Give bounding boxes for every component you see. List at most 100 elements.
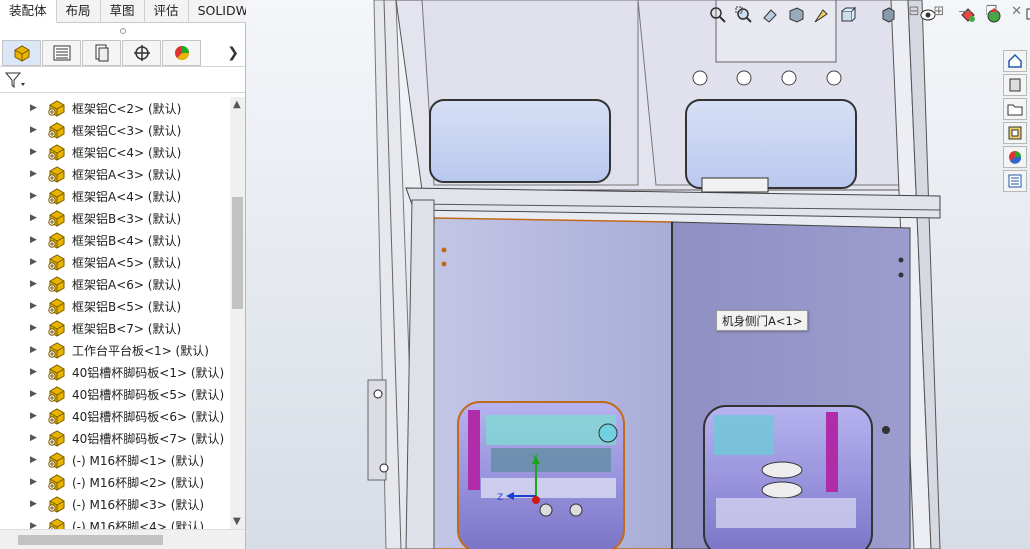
tree-item[interactable]: ▶ 40铝槽杯脚码板<1> (默认) <box>0 361 230 383</box>
tab-3[interactable]: 评估 <box>145 0 189 23</box>
expand-panel-icon[interactable]: ⊞ <box>934 4 945 19</box>
component-icon <box>46 143 68 161</box>
view-orientation-icon[interactable] <box>836 3 860 27</box>
tree-item[interactable]: ▶ 框架铝B<3> (默认) <box>0 207 230 229</box>
tree-item-label: 框架铝C<2> (默认) <box>72 101 182 116</box>
tree-item[interactable]: ▶ 40铝槽杯脚码板<5> (默认) <box>0 383 230 405</box>
scroll-thumb[interactable] <box>232 197 243 309</box>
zoom-to-fit-icon[interactable] <box>706 3 730 27</box>
component-icon <box>46 385 68 403</box>
component-icon <box>46 187 68 205</box>
tree-item[interactable]: ▶ 框架铝B<4> (默认) <box>0 229 230 251</box>
tree-item-label: 框架铝B<4> (默认) <box>72 233 182 248</box>
restore-icon[interactable]: ❐ <box>985 4 997 19</box>
tree-item[interactable]: ▶ (-) M16杯脚<3> (默认) <box>0 493 230 515</box>
display-manager-icon[interactable] <box>162 39 201 66</box>
tree-item[interactable]: ▶ 框架铝A<3> (默认) <box>0 163 230 185</box>
expand-arrow-icon[interactable]: ▶ <box>30 191 40 201</box>
component-icon <box>46 297 68 315</box>
tree-item-label: 框架铝C<4> (默认) <box>72 145 182 160</box>
zoom-to-area-icon[interactable] <box>732 3 756 27</box>
tab-0[interactable]: 装配体 <box>0 0 57 23</box>
file-explorer-icon[interactable] <box>1003 98 1027 120</box>
tree-item[interactable]: ▶ (-) M16杯脚<4> (默认) <box>0 515 230 529</box>
tree-item[interactable]: ▶ 框架铝C<3> (默认) <box>0 119 230 141</box>
view-settings-icon[interactable] <box>1022 3 1030 27</box>
display-style-icon[interactable] <box>876 3 900 27</box>
model-render[interactable] <box>246 0 1030 549</box>
design-library-icon[interactable] <box>1003 74 1027 96</box>
filter-icon[interactable] <box>4 71 26 89</box>
previous-view-icon[interactable] <box>758 3 782 27</box>
tree-item[interactable]: ▶ 40铝槽杯脚码板<7> (默认) <box>0 427 230 449</box>
tree-item[interactable]: ▶ 框架铝A<6> (默认) <box>0 273 230 295</box>
expand-arrow-icon[interactable]: ▶ <box>30 389 40 399</box>
tree-item-label: (-) M16杯脚<1> (默认) <box>72 453 205 468</box>
custom-properties-icon[interactable] <box>1003 170 1027 192</box>
expand-arrow-icon[interactable]: ▶ <box>30 169 40 179</box>
expand-arrow-icon[interactable]: ▶ <box>30 147 40 157</box>
expand-arrow-icon[interactable]: ▶ <box>30 323 40 333</box>
featuremanager-tree-icon[interactable] <box>2 39 41 66</box>
tree-item[interactable]: ▶ 框架铝B<5> (默认) <box>0 295 230 317</box>
tree-item[interactable]: ▶ 框架铝C<4> (默认) <box>0 141 230 163</box>
more-tabs-icon[interactable]: ❯ <box>227 45 239 61</box>
tree-item[interactable]: ▶ 框架铝A<5> (默认) <box>0 251 230 273</box>
tree-item[interactable]: ▶ (-) M16杯脚<2> (默认) <box>0 471 230 493</box>
tree-item[interactable]: ▶ 框架铝A<4> (默认) <box>0 185 230 207</box>
scroll-down-icon[interactable]: ▼ <box>233 516 241 527</box>
close-icon[interactable]: ✕ <box>1011 4 1022 19</box>
tree-item-label: 框架铝A<6> (默认) <box>72 277 182 292</box>
expand-arrow-icon[interactable]: ▶ <box>30 411 40 421</box>
expand-arrow-icon[interactable]: ▶ <box>30 499 40 509</box>
solidworks-resources-icon[interactable] <box>1003 50 1027 72</box>
tree-item-label: (-) M16杯脚<3> (默认) <box>72 497 205 512</box>
expand-arrow-icon[interactable]: ▶ <box>30 455 40 465</box>
tree-item[interactable]: ▶ 框架铝C<2> (默认) <box>0 97 230 119</box>
panel-grip[interactable] <box>0 23 245 39</box>
scroll-up-icon[interactable]: ▲ <box>233 99 241 110</box>
section-view-icon[interactable] <box>784 3 808 27</box>
component-icon <box>46 451 68 469</box>
component-icon <box>46 363 68 381</box>
tab-1[interactable]: 布局 <box>57 0 101 23</box>
expand-arrow-icon[interactable]: ▶ <box>30 477 40 487</box>
scroll-thumb-horizontal[interactable] <box>18 535 163 545</box>
expand-arrow-icon[interactable]: ▶ <box>30 279 40 289</box>
collapse-panel-icon[interactable]: ⊟ <box>909 4 920 19</box>
appearances-icon[interactable] <box>1003 146 1027 168</box>
expand-arrow-icon[interactable]: ▶ <box>30 125 40 135</box>
tree-item-label: (-) M16杯脚<2> (默认) <box>72 475 205 490</box>
expand-arrow-icon[interactable]: ▶ <box>30 367 40 377</box>
expand-arrow-icon[interactable]: ▶ <box>30 235 40 245</box>
tree-item[interactable]: ▶ 框架铝B<7> (默认) <box>0 317 230 339</box>
propertymanager-icon[interactable] <box>42 39 81 66</box>
expand-arrow-icon[interactable]: ▶ <box>30 103 40 113</box>
feature-tree: ▶ 框架铝C<2> (默认) ▶ 框架铝C<3> (默认) ▶ 框架铝C<4> (默认) ▶… <box>0 97 230 529</box>
tree-item[interactable]: ▶ 40铝槽杯脚码板<6> (默认) <box>0 405 230 427</box>
graphics-area[interactable]: ⊟ ⊞ — ❐ ✕ 机身侧门A<1> Y Z <box>246 0 1030 549</box>
dynamic-annotation-icon[interactable] <box>810 3 834 27</box>
reference-triad: Y Z <box>497 454 540 504</box>
expand-arrow-icon[interactable]: ▶ <box>30 257 40 267</box>
minimize-icon[interactable]: — <box>958 4 971 19</box>
expand-arrow-icon[interactable]: ▶ <box>30 301 40 311</box>
tree-filter[interactable] <box>0 67 245 93</box>
tree-vertical-scrollbar[interactable]: ▲ ▼ <box>230 97 245 529</box>
component-icon <box>46 99 68 117</box>
tree-horizontal-scrollbar[interactable] <box>0 529 245 549</box>
component-icon <box>46 495 68 513</box>
tree-item-label: 40铝槽杯脚码板<1> (默认) <box>72 365 225 380</box>
tab-2[interactable]: 草图 <box>101 0 145 23</box>
component-icon <box>46 429 68 447</box>
view-palette-icon[interactable] <box>1003 122 1027 144</box>
expand-arrow-icon[interactable]: ▶ <box>30 345 40 355</box>
configurationmanager-icon[interactable] <box>82 39 121 66</box>
expand-arrow-icon[interactable]: ▶ <box>30 433 40 443</box>
expand-arrow-icon[interactable]: ▶ <box>30 213 40 223</box>
dimxpert-icon[interactable] <box>122 39 161 66</box>
tree-item[interactable]: ▶ (-) M16杯脚<1> (默认) <box>0 449 230 471</box>
tree-item[interactable]: ▶ 工作台平台板<1> (默认) <box>0 339 230 361</box>
component-icon <box>46 319 68 337</box>
expand-arrow-icon[interactable]: ▶ <box>30 521 40 529</box>
